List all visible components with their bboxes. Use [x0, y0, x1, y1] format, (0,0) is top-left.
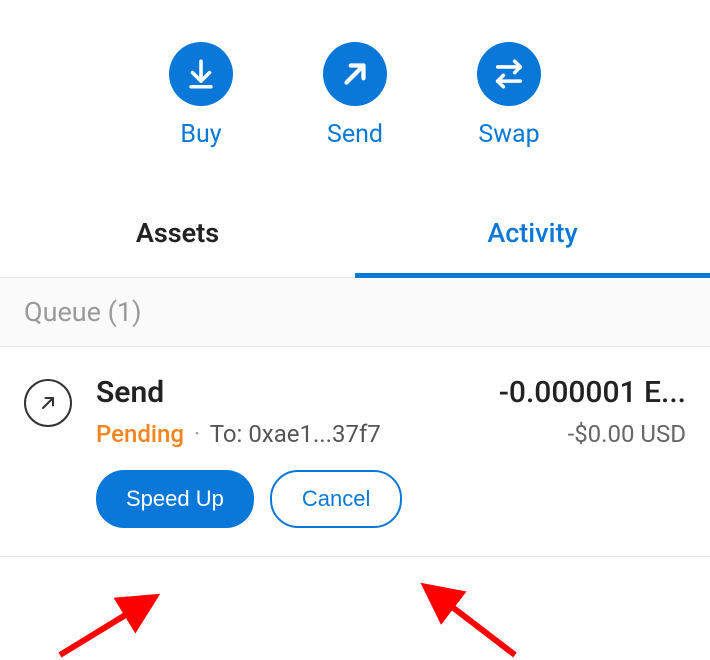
- transaction-status: Pending: [96, 420, 184, 448]
- swap-icon-circle: [477, 42, 541, 106]
- swap-label: Swap: [478, 120, 539, 149]
- transaction-icon-circle: [24, 379, 72, 427]
- arrow-up-right-icon: [38, 393, 58, 413]
- transaction-sub-left: Pending · To: 0xae1...37f7: [96, 420, 381, 448]
- buy-icon-circle: [169, 42, 233, 106]
- annotation-arrow-icon: [55, 590, 175, 660]
- separator: ·: [194, 420, 200, 448]
- buy-label: Buy: [180, 120, 221, 149]
- annotation-arrow-icon: [410, 580, 520, 660]
- send-label: Send: [327, 120, 383, 149]
- send-icon-circle: [323, 42, 387, 106]
- transaction-item: Send -0.000001 E... Pending · To: 0xae1.…: [0, 347, 710, 557]
- transaction-amount: -0.000001 E...: [499, 375, 686, 410]
- speed-up-button[interactable]: Speed Up: [96, 470, 254, 528]
- download-icon: [184, 57, 218, 91]
- transaction-title-row: Send -0.000001 E...: [96, 375, 686, 410]
- transaction-sub-row: Pending · To: 0xae1...37f7 -$0.00 USD: [96, 420, 686, 448]
- transaction-to: To: 0xae1...37f7: [210, 420, 381, 448]
- swap-icon: [492, 57, 526, 91]
- tabs-row: Assets Activity: [0, 189, 710, 278]
- transaction-body: Send -0.000001 E... Pending · To: 0xae1.…: [96, 375, 686, 528]
- cancel-button[interactable]: Cancel: [270, 470, 402, 528]
- actions-row: Buy Send Swap: [0, 0, 710, 189]
- queue-header: Queue (1): [0, 278, 710, 347]
- tab-activity[interactable]: Activity: [355, 189, 710, 277]
- transaction-title: Send: [96, 375, 164, 410]
- send-action[interactable]: Send: [323, 42, 387, 149]
- swap-action[interactable]: Swap: [477, 42, 541, 149]
- tab-assets[interactable]: Assets: [0, 189, 355, 277]
- transaction-buttons: Speed Up Cancel: [96, 470, 686, 528]
- transaction-row: Send -0.000001 E... Pending · To: 0xae1.…: [24, 375, 686, 528]
- buy-action[interactable]: Buy: [169, 42, 233, 149]
- arrow-up-right-icon: [338, 57, 372, 91]
- transaction-fiat: -$0.00 USD: [568, 420, 686, 448]
